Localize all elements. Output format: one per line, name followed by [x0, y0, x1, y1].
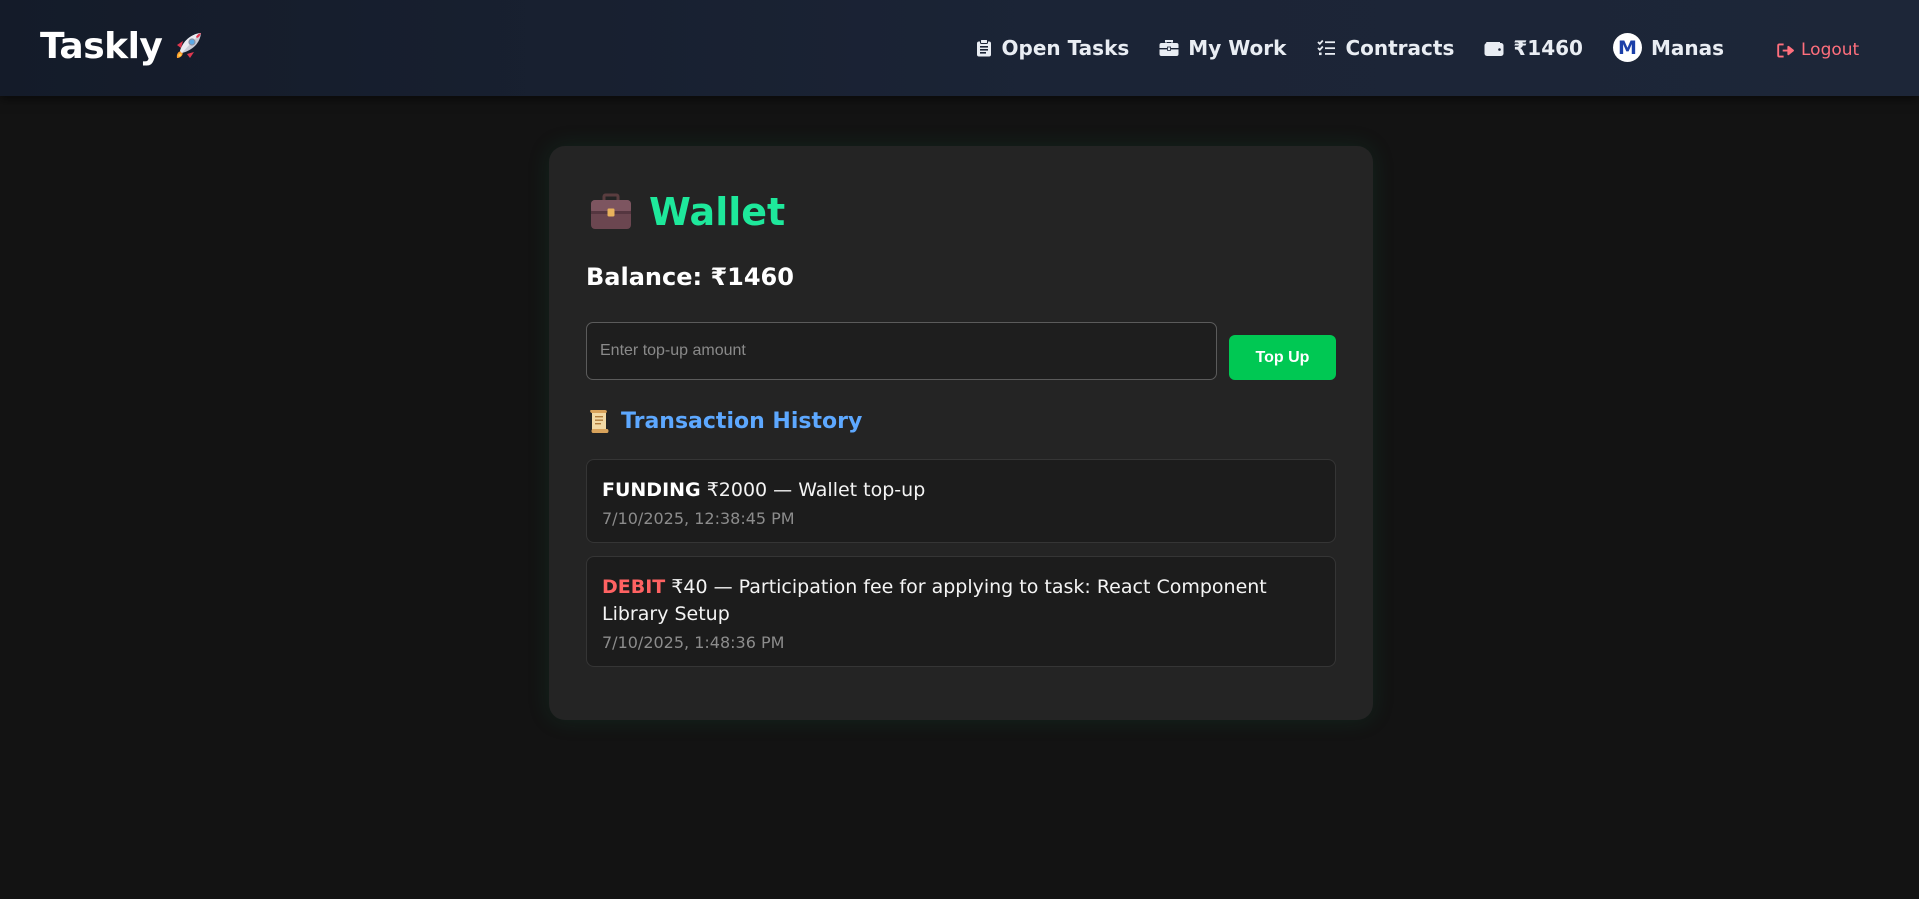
logout-label: Logout — [1801, 40, 1860, 60]
rocket-icon — [177, 32, 202, 58]
transaction-item: FUNDING ₹2000 — Wallet top-up 7/10/2025,… — [586, 459, 1336, 543]
scroll-icon — [590, 410, 609, 433]
wallet-card: Wallet Balance: ₹1460 Top Up Transaction… — [549, 146, 1373, 720]
nav-wallet-balance: ₹1460 — [1513, 35, 1583, 60]
transaction-detail: ₹40 — Participation fee for applying to … — [602, 576, 1267, 625]
nav-contracts-label: Contracts — [1345, 35, 1455, 60]
transaction-item: DEBIT ₹40 — Participation fee for applyi… — [586, 556, 1336, 667]
nav-user[interactable]: M Manas — [1612, 33, 1724, 62]
avatar: M — [1612, 33, 1642, 62]
brand-logo[interactable]: Taskly — [40, 26, 208, 67]
clipboard-icon — [976, 38, 991, 56]
transaction-type: DEBIT — [602, 576, 666, 598]
nav-wallet[interactable]: ₹1460 — [1484, 36, 1583, 60]
transaction-line: FUNDING ₹2000 — Wallet top-up — [602, 477, 1320, 504]
logout-button[interactable]: Logout — [1777, 40, 1859, 60]
wallet-header: Wallet — [589, 190, 785, 234]
transaction-history-title: Transaction History — [621, 408, 863, 434]
nav-open-tasks-label: Open Tasks — [1001, 35, 1130, 60]
user-name: Manas — [1650, 35, 1724, 60]
transaction-line: DEBIT ₹40 — Participation fee for applyi… — [602, 574, 1320, 628]
briefcase-icon — [591, 193, 631, 229]
topup-amount-input[interactable] — [586, 322, 1217, 380]
transaction-detail: ₹2000 — Wallet top-up — [700, 479, 926, 501]
nav-links: Open Tasks My Work Contracts ₹1460 M Man… — [975, 33, 1724, 62]
wallet-icon — [1484, 41, 1504, 56]
nav-my-work[interactable]: My Work — [1159, 36, 1286, 60]
transaction-date: 7/10/2025, 12:38:45 PM — [602, 509, 795, 528]
transaction-type: FUNDING — [602, 479, 701, 501]
checklist-icon — [1317, 39, 1336, 55]
transaction-date: 7/10/2025, 1:48:36 PM — [602, 633, 785, 652]
nav-my-work-label: My Work — [1188, 35, 1287, 60]
nav-contracts[interactable]: Contracts — [1316, 36, 1454, 60]
page-title: Wallet — [649, 190, 786, 234]
navbar: Taskly Open Tasks My Work Contracts ₹146… — [0, 0, 1919, 96]
briefcase-icon — [1159, 39, 1179, 56]
transaction-list: FUNDING ₹2000 — Wallet top-up 7/10/2025,… — [586, 459, 1336, 667]
brand-name: Taskly — [40, 26, 163, 67]
logout-icon — [1777, 42, 1794, 58]
top-up-button[interactable]: Top Up — [1229, 335, 1336, 380]
balance-display: Balance: ₹1460 — [586, 263, 794, 291]
transaction-history-heading: Transaction History — [587, 408, 862, 434]
nav-open-tasks[interactable]: Open Tasks — [975, 35, 1130, 60]
